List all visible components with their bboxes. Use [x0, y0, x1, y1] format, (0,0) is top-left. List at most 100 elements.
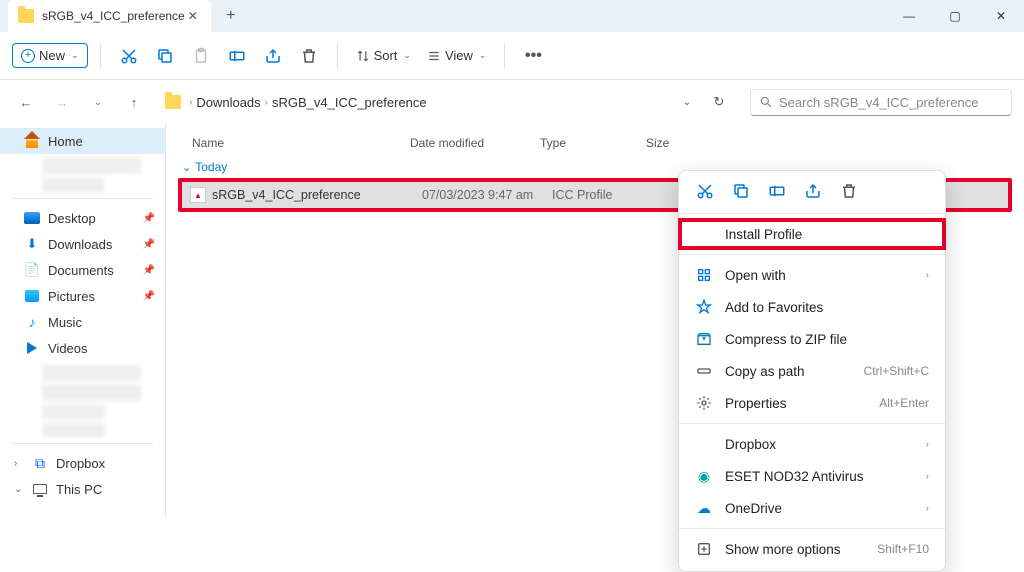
- sidebar-redacted: [42, 405, 105, 419]
- plus-icon: +: [21, 49, 35, 63]
- home-icon: [24, 134, 40, 148]
- onedrive-icon: ☁: [695, 499, 713, 517]
- tab-title: sRGB_v4_ICC_preference: [42, 9, 185, 23]
- rename-button[interactable]: [221, 40, 253, 72]
- sidebar-item-documents[interactable]: 📄Documents📌: [0, 257, 165, 283]
- sidebar-redacted: [42, 385, 141, 401]
- chevron-down-icon: ⌄: [71, 50, 79, 61]
- pictures-icon: [25, 290, 39, 302]
- open-with-icon: [695, 266, 713, 284]
- sidebar-item-videos[interactable]: Videos: [0, 335, 165, 361]
- download-icon: ⬇: [24, 236, 40, 252]
- recent-button[interactable]: ⌄: [84, 88, 112, 116]
- folder-icon: [18, 9, 34, 23]
- cm-compress[interactable]: Compress to ZIP file: [679, 323, 945, 355]
- sidebar-item-music[interactable]: ♪Music: [0, 309, 165, 335]
- up-button[interactable]: ↑: [120, 88, 148, 116]
- delete-button[interactable]: [293, 40, 325, 72]
- pin-icon: 📌: [143, 291, 155, 302]
- search-icon: [759, 95, 773, 109]
- properties-icon: [695, 394, 713, 412]
- eset-icon: ◉: [695, 467, 713, 485]
- sidebar-item-pictures[interactable]: Pictures📌: [0, 283, 165, 309]
- file-type: ICC Profile: [552, 188, 658, 202]
- sort-button[interactable]: Sort ⌄: [350, 44, 417, 67]
- tab[interactable]: sRGB_v4_ICC_preference ✕: [8, 0, 211, 32]
- pin-icon: 📌: [143, 265, 155, 276]
- path-icon: [695, 362, 713, 380]
- cm-rename-button[interactable]: [767, 181, 787, 201]
- sidebar-redacted: [42, 423, 105, 437]
- more-icon: [695, 540, 713, 558]
- maximize-button[interactable]: ▢: [932, 0, 978, 32]
- breadcrumb-item[interactable]: sRGB_v4_ICC_preference: [272, 95, 427, 110]
- sidebar: Home Desktop📌 ⬇Downloads📌 📄Documents📌 Pi…: [0, 124, 166, 517]
- cm-add-favorites[interactable]: Add to Favorites: [679, 291, 945, 323]
- sidebar-redacted: [42, 178, 105, 192]
- minimize-button[interactable]: —: [886, 0, 932, 32]
- column-type[interactable]: Type: [540, 136, 646, 150]
- pc-icon: [33, 484, 47, 494]
- share-button[interactable]: [257, 40, 289, 72]
- chevron-down-icon: ⌄: [479, 50, 487, 61]
- chevron-down-icon: ⌄: [403, 50, 411, 61]
- sidebar-item-desktop[interactable]: Desktop📌: [0, 205, 165, 231]
- cm-properties[interactable]: Properties Alt+Enter: [679, 387, 945, 419]
- dropbox-icon: ⧉: [32, 455, 48, 471]
- file-date: 07/03/2023 9:47 am: [422, 188, 552, 202]
- close-tab-button[interactable]: ✕: [185, 8, 201, 24]
- breadcrumb[interactable]: › Downloads › sRGB_v4_ICC_preference ⌄ ↻: [156, 83, 742, 121]
- sidebar-item-home[interactable]: Home: [0, 128, 165, 154]
- cm-delete-button[interactable]: [839, 181, 859, 201]
- breadcrumb-item[interactable]: Downloads: [196, 95, 260, 110]
- search-input[interactable]: Search sRGB_v4_ICC_preference: [750, 89, 1012, 116]
- sidebar-item-this-pc[interactable]: ⌄This PC: [0, 476, 165, 502]
- more-button[interactable]: •••: [517, 40, 549, 72]
- zip-icon: [695, 330, 713, 348]
- icc-file-icon: ▲: [190, 187, 206, 203]
- column-date[interactable]: Date modified: [410, 136, 540, 150]
- cm-open-with[interactable]: Open with ›: [679, 259, 945, 291]
- file-name: sRGB_v4_ICC_preference: [212, 188, 422, 202]
- column-size[interactable]: Size: [646, 136, 716, 150]
- paste-button[interactable]: [185, 40, 217, 72]
- cm-install-profile[interactable]: Install Profile: [678, 218, 946, 250]
- column-headers: Name Date modified Type Size: [178, 132, 1012, 154]
- new-tab-button[interactable]: +: [217, 2, 245, 30]
- sidebar-redacted: [42, 158, 141, 174]
- context-menu: Install Profile Open with › Add to Favor…: [678, 170, 946, 572]
- cm-more-options[interactable]: Show more options Shift+F10: [679, 533, 945, 565]
- sidebar-item-downloads[interactable]: ⬇Downloads📌: [0, 231, 165, 257]
- close-window-button[interactable]: ✕: [978, 0, 1024, 32]
- cm-copy-path[interactable]: Copy as path Ctrl+Shift+C: [679, 355, 945, 387]
- cm-cut-button[interactable]: [695, 181, 715, 201]
- video-icon: [27, 342, 37, 354]
- desktop-icon: [24, 212, 40, 224]
- copy-button[interactable]: [149, 40, 181, 72]
- cm-dropbox[interactable]: Dropbox ›: [679, 428, 945, 460]
- cm-share-button[interactable]: [803, 181, 823, 201]
- toolbar: + New ⌄ Sort ⌄ View ⌄ •••: [0, 32, 1024, 80]
- new-button[interactable]: + New ⌄: [12, 43, 88, 68]
- music-icon: ♪: [24, 314, 40, 330]
- back-button[interactable]: ←: [12, 88, 40, 116]
- navbar: ← → ⌄ ↑ › Downloads › sRGB_v4_ICC_prefer…: [0, 80, 1024, 124]
- star-icon: [695, 298, 713, 316]
- document-icon: 📄: [24, 262, 40, 278]
- column-name[interactable]: Name: [178, 136, 410, 150]
- cm-copy-button[interactable]: [731, 181, 751, 201]
- refresh-button[interactable]: ↻: [705, 88, 733, 116]
- pin-icon: 📌: [143, 213, 155, 224]
- new-label: New: [39, 48, 65, 63]
- sidebar-redacted: [42, 365, 141, 381]
- forward-button[interactable]: →: [48, 88, 76, 116]
- cut-button[interactable]: [113, 40, 145, 72]
- view-button[interactable]: View ⌄: [421, 44, 493, 67]
- titlebar: sRGB_v4_ICC_preference ✕ + — ▢ ✕: [0, 0, 1024, 32]
- chevron-down-icon[interactable]: ⌄: [673, 88, 701, 116]
- cm-onedrive[interactable]: ☁ OneDrive ›: [679, 492, 945, 524]
- cm-eset[interactable]: ◉ ESET NOD32 Antivirus ›: [679, 460, 945, 492]
- folder-icon: [165, 95, 181, 109]
- sidebar-item-dropbox[interactable]: ›⧉Dropbox: [0, 450, 165, 476]
- pin-icon: 📌: [143, 239, 155, 250]
